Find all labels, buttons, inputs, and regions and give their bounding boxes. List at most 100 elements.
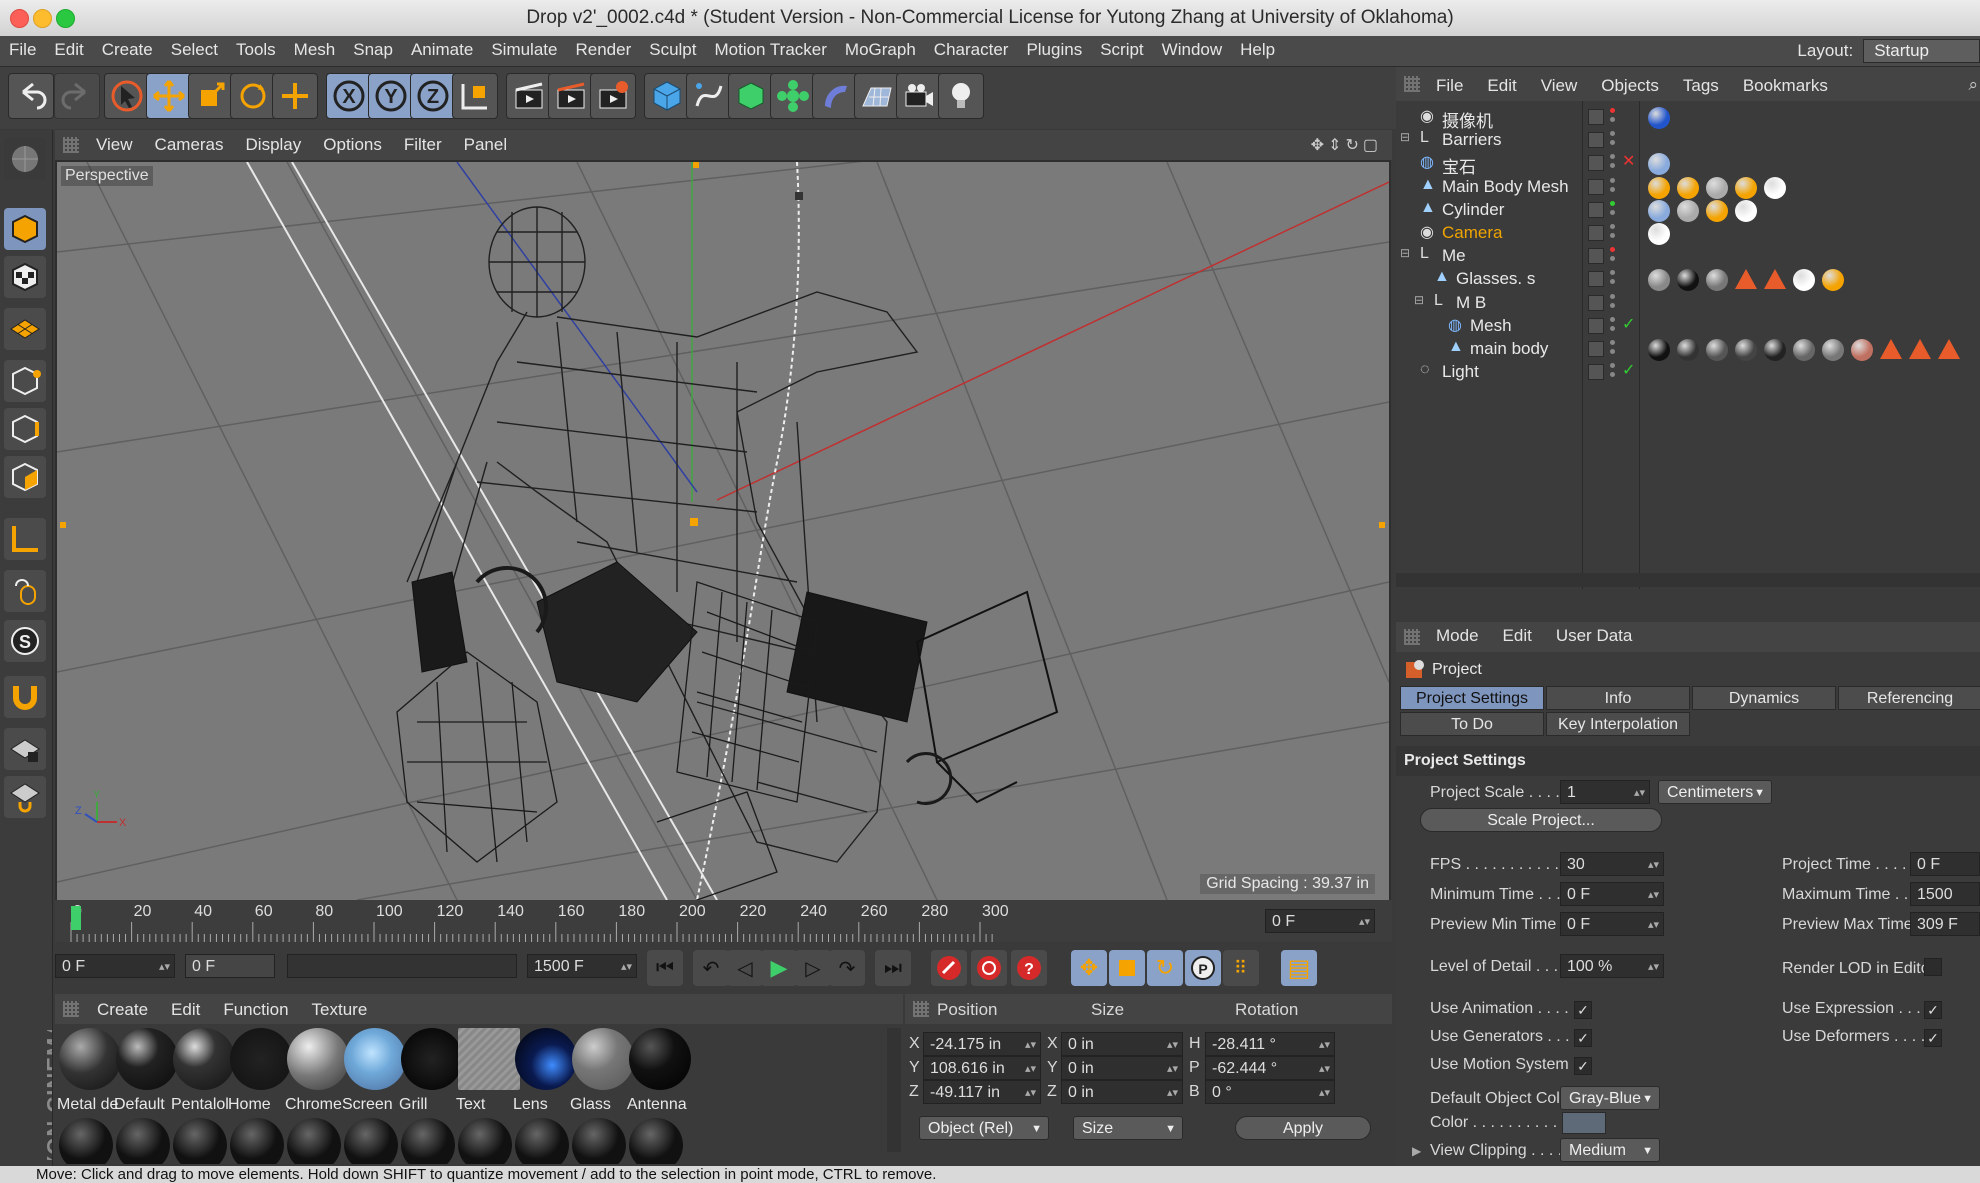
layer-toggle[interactable]	[1588, 201, 1604, 218]
size-mode-dropdown[interactable]: Size ▼	[1073, 1116, 1183, 1140]
tab-info[interactable]: Info	[1546, 686, 1690, 710]
editor-visibility-dot[interactable]	[1610, 108, 1615, 113]
rotation-b-field[interactable]: 0 ° ▴▾	[1205, 1080, 1335, 1104]
position-key-toggle[interactable]: ✥	[1071, 950, 1107, 986]
points-mode-button[interactable]	[4, 360, 46, 402]
size-z-field[interactable]: 0 in ▴▾	[1061, 1080, 1183, 1104]
expand-toggle-icon[interactable]: ⊟	[1414, 293, 1424, 307]
undo-button[interactable]	[8, 73, 54, 119]
layer-toggle[interactable]	[1588, 132, 1604, 149]
preview-end-field[interactable]: 1500 F ▴▾	[527, 954, 637, 978]
object-name[interactable]: Glasses. s	[1456, 269, 1535, 289]
editor-visibility-dot[interactable]	[1610, 200, 1615, 206]
layer-toggle[interactable]	[1588, 178, 1604, 195]
expand-toggle-icon[interactable]: ⊟	[1400, 130, 1410, 144]
editor-visibility-dot[interactable]	[1610, 224, 1615, 229]
record-active-objects-button[interactable]	[931, 950, 967, 986]
menu-script[interactable]: Script	[1091, 36, 1152, 60]
add-spline-button[interactable]	[686, 73, 732, 119]
param-field[interactable]: 0 F	[1910, 852, 1980, 876]
point-level-animation-toggle[interactable]: ⠿	[1223, 950, 1259, 986]
render-lod-checkbox[interactable]	[1924, 958, 1942, 976]
menu-plugins[interactable]: Plugins	[1017, 36, 1091, 60]
timeline-layout-button[interactable]: ▤	[1281, 950, 1317, 986]
render-visibility-dot[interactable]	[1610, 372, 1615, 378]
panel-grip-icon[interactable]	[63, 1001, 79, 1017]
material-swatch[interactable]: Antenna	[627, 1026, 693, 1116]
editor-visibility-dot[interactable]	[1610, 316, 1615, 322]
object-menu-view[interactable]: View	[1529, 67, 1590, 96]
param-field[interactable]: 309 F	[1910, 912, 1980, 936]
param-field[interactable]: 30 ▴▾	[1560, 852, 1664, 876]
option-checkbox[interactable]: ✓	[1574, 1029, 1592, 1047]
object-name[interactable]: Cylinder	[1442, 200, 1504, 220]
coordinate-mode-dropdown[interactable]: Object (Rel) ▼	[919, 1116, 1049, 1140]
menu-tools[interactable]: Tools	[227, 36, 285, 60]
panel-grip-icon[interactable]	[63, 137, 79, 153]
object-row[interactable]: ◌ Light ✓	[1396, 358, 1980, 387]
keyframe-selection-button[interactable]: ?	[1011, 950, 1047, 986]
autokeying-button[interactable]	[971, 950, 1007, 986]
position-y-field[interactable]: 108.616 in ▴▾	[923, 1056, 1041, 1080]
layer-toggle[interactable]	[1588, 341, 1604, 357]
recent-tool[interactable]	[272, 73, 318, 119]
redo-button[interactable]	[54, 73, 100, 119]
workplane-mode-button[interactable]	[4, 308, 46, 350]
materials-scrollbar[interactable]	[887, 1028, 901, 1152]
snap-toggle-button[interactable]	[4, 676, 46, 718]
x-axis-lock[interactable]: X	[326, 73, 372, 119]
material-swatch-partial[interactable]	[629, 1118, 683, 1164]
attribute-menu-edit[interactable]: Edit	[1491, 622, 1544, 646]
editor-visibility-dot[interactable]	[1610, 154, 1615, 160]
preview-start-field[interactable]: 0 F ▴▾	[55, 954, 175, 978]
object-menu-file[interactable]: File	[1424, 67, 1475, 96]
object-tag-icon[interactable]	[1764, 269, 1786, 290]
layer-toggle[interactable]	[1588, 109, 1604, 125]
tab-referencing[interactable]: Referencing	[1838, 686, 1980, 710]
render-visibility-dot[interactable]	[1610, 163, 1615, 169]
object-menu-bookmarks[interactable]: Bookmarks	[1731, 67, 1840, 96]
viewport-menu-cameras[interactable]: Cameras	[144, 130, 235, 155]
size-y-field[interactable]: 0 in ▴▾	[1061, 1056, 1183, 1080]
editor-visibility-dot[interactable]	[1610, 363, 1615, 369]
editor-visibility-dot[interactable]	[1610, 177, 1615, 183]
size-x-field[interactable]: 0 in ▴▾	[1061, 1032, 1183, 1056]
rotate-tool[interactable]	[230, 73, 276, 119]
object-name[interactable]: Me	[1442, 246, 1466, 266]
workplane-lock-button[interactable]	[4, 728, 46, 770]
render-visibility-dot[interactable]	[1610, 233, 1615, 238]
render-visibility-dot[interactable]	[1610, 279, 1615, 285]
solo-mode-button[interactable]: S	[4, 620, 46, 662]
default-color-dropdown[interactable]: Gray-Blue ▼	[1560, 1086, 1660, 1110]
perspective-viewport[interactable]: Y X Z Perspective Grid Spacing : 39.37 i…	[55, 160, 1391, 902]
tweak-mode-button[interactable]	[4, 570, 46, 612]
move-tool[interactable]	[146, 73, 192, 119]
enabled-check-icon[interactable]: ✓	[1622, 314, 1635, 334]
material-swatch-partial[interactable]	[515, 1118, 569, 1164]
add-deformer-button[interactable]	[812, 73, 858, 119]
enabled-check-icon[interactable]: ✓	[1622, 360, 1635, 380]
z-axis-lock[interactable]: Z	[410, 73, 456, 119]
rotation-h-field[interactable]: -28.411 ° ▴▾	[1205, 1032, 1335, 1056]
go-to-end-button[interactable]: ⏭	[875, 950, 911, 986]
next-key-button[interactable]: ↷	[829, 950, 865, 986]
viewport-menu-filter[interactable]: Filter	[393, 130, 453, 155]
layer-toggle[interactable]	[1588, 248, 1604, 265]
editor-visibility-dot[interactable]	[1610, 247, 1615, 253]
editor-visibility-dot[interactable]	[1610, 131, 1615, 137]
option-checkbox[interactable]: ✓	[1924, 1029, 1942, 1047]
layer-toggle[interactable]	[1588, 225, 1604, 241]
param-field[interactable]: 100 % ▴▾	[1560, 954, 1664, 978]
add-floor-button[interactable]	[854, 73, 900, 119]
material-swatch-partial[interactable]	[401, 1118, 455, 1164]
layer-toggle[interactable]	[1588, 271, 1604, 288]
tab-to-do[interactable]: To Do	[1400, 712, 1544, 736]
menu-animate[interactable]: Animate	[402, 36, 482, 60]
object-tag-icon[interactable]	[1880, 339, 1902, 359]
object-name[interactable]: Mesh	[1470, 316, 1512, 336]
panel-grip-icon[interactable]	[913, 1001, 929, 1017]
object-tag-icon[interactable]	[1735, 269, 1757, 290]
render-to-picture-viewer-button[interactable]	[548, 73, 594, 119]
apply-button[interactable]: Apply	[1235, 1116, 1371, 1140]
view-clipping-dropdown[interactable]: Medium ▼	[1560, 1138, 1660, 1162]
